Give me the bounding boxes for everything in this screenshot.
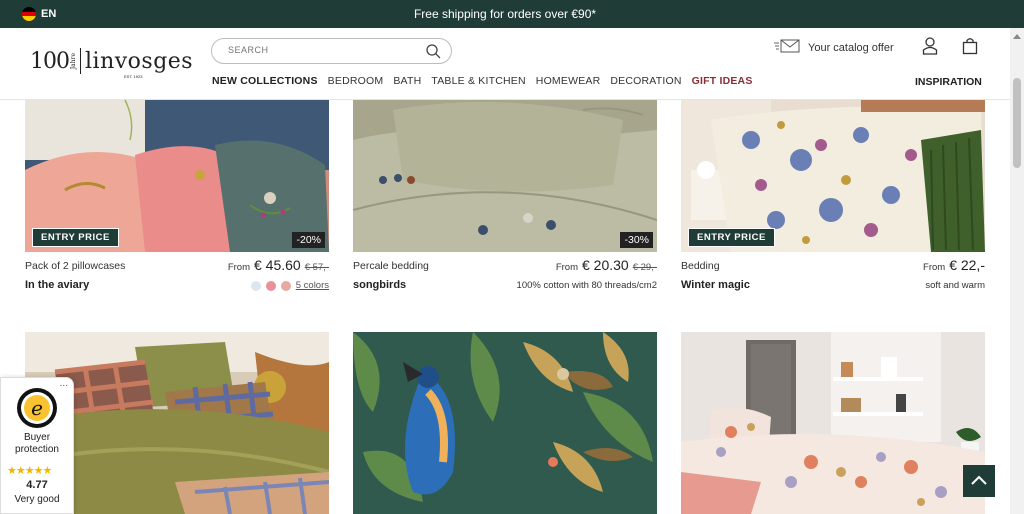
nav-table-kitchen[interactable]: TABLE & KITCHEN: [431, 75, 525, 87]
envelope-icon: [774, 39, 800, 56]
svg-text:e: e: [31, 396, 43, 420]
color-swatch-pink[interactable]: [265, 280, 276, 291]
product-detail: 100% cotton with 80 threads/cm2: [516, 280, 657, 291]
account-icon[interactable]: [922, 37, 938, 60]
logo-anniversary-number: 100: [30, 48, 70, 74]
shipping-promo: Free shipping for orders over €90*: [413, 7, 597, 21]
product-card-in-the-aviary[interactable]: ENTRY PRICE -20% Pack of 2 pillowcases F…: [25, 100, 329, 300]
search-box[interactable]: [211, 38, 452, 64]
scrollbar-thumb[interactable]: [1013, 78, 1021, 168]
more-options-icon[interactable]: ...: [60, 378, 68, 389]
nav-bath[interactable]: BATH: [393, 75, 421, 87]
logo-divider: [80, 48, 81, 74]
brand-logo[interactable]: 100 Jahre linvosges EST. 1923: [30, 48, 194, 79]
trusted-shops-seal-icon: e: [16, 387, 58, 434]
main-navigation: NEW COLLECTIONS BEDROOM BATH TABLE & KIT…: [212, 75, 753, 87]
logo-established: EST. 1923: [124, 74, 143, 79]
product-image-bedding[interactable]: ENTRY PRICE: [681, 100, 985, 252]
catalog-offer-label: Your catalog offer: [808, 41, 894, 54]
product-image-tropical-bird-bedding[interactable]: [353, 332, 657, 514]
product-category: Percale bedding: [353, 260, 429, 272]
nav-new-collections[interactable]: NEW COLLECTIONS: [212, 75, 318, 87]
logo-jahre-text: Jahre: [70, 52, 77, 70]
chevron-up-icon: [971, 472, 987, 490]
page-scrollbar[interactable]: [1010, 28, 1024, 514]
discount-badge: -30%: [620, 232, 653, 248]
top-bar: EN Free shipping for orders over €90*: [0, 0, 1024, 28]
price-from-label: From: [923, 262, 946, 273]
entry-price-badge: ENTRY PRICE: [688, 228, 775, 247]
current-price: € 45.60: [253, 257, 301, 273]
original-price: € 57,-: [304, 262, 329, 273]
back-to-top-button[interactable]: [963, 465, 995, 497]
scroll-up-arrow-icon[interactable]: [1013, 34, 1021, 39]
rating-value: 4.77: [26, 479, 48, 491]
product-price: From € 20.30 € 29,-: [556, 257, 657, 273]
rating-stars-icon: ★★★★★: [7, 465, 52, 477]
nav-gift-ideas[interactable]: GIFT IDEAS: [692, 75, 753, 87]
color-options: 5 colors: [250, 280, 329, 291]
search-input[interactable]: [228, 45, 418, 55]
current-price: € 20.30: [581, 257, 629, 273]
product-category: Bedding: [681, 260, 720, 272]
buyer-protection-label: Buyer protection: [15, 432, 59, 455]
color-swatch-light-blue[interactable]: [250, 280, 261, 291]
product-image-pillowcases[interactable]: ENTRY PRICE -20%: [25, 100, 329, 252]
product-image-floral-bedding[interactable]: [681, 332, 985, 514]
nav-bedroom[interactable]: BEDROOM: [328, 75, 384, 87]
product-card-songbirds[interactable]: -30% Percale bedding From € 20.30 € 29,-…: [353, 100, 657, 300]
shopping-bag-icon[interactable]: [962, 37, 978, 60]
site-header: 100 Jahre linvosges EST. 1923 NEW COLLEC…: [0, 28, 1010, 100]
product-name[interactable]: Winter magic: [681, 279, 750, 291]
rating-text: Very good: [14, 494, 60, 505]
catalog-offer-link[interactable]: Your catalog offer: [774, 39, 894, 56]
current-price: € 22,-: [949, 257, 985, 273]
original-price: € 29,-: [632, 262, 657, 273]
nav-inspiration[interactable]: INSPIRATION: [915, 76, 982, 88]
entry-price-badge: ENTRY PRICE: [32, 228, 119, 247]
product-price: From € 22,-: [923, 257, 985, 273]
price-from-label: From: [555, 262, 578, 273]
product-category: Pack of 2 pillowcases: [25, 260, 126, 272]
product-price: From € 45.60 € 57,-: [228, 257, 329, 273]
logo-wordmark: linvosges: [85, 48, 194, 74]
trusted-shops-widget[interactable]: ... e Buyer protection ★★★★★ 4.77 Very g…: [0, 377, 74, 514]
nav-decoration[interactable]: DECORATION: [610, 75, 681, 87]
nav-homewear[interactable]: HOMEWEAR: [536, 75, 601, 87]
discount-badge: -20%: [292, 232, 325, 248]
color-swatch-salmon[interactable]: [280, 280, 291, 291]
more-colors-link[interactable]: 5 colors: [296, 280, 329, 291]
price-from-label: From: [227, 262, 250, 273]
product-detail: soft and warm: [925, 280, 985, 291]
product-name[interactable]: In the aviary: [25, 279, 89, 291]
product-image-percale-bedding[interactable]: -30%: [353, 100, 657, 252]
product-card-winter-magic[interactable]: ENTRY PRICE Bedding From € 22,- Winter m…: [681, 100, 985, 300]
product-name[interactable]: songbirds: [353, 279, 406, 291]
search-icon[interactable]: [426, 44, 441, 64]
